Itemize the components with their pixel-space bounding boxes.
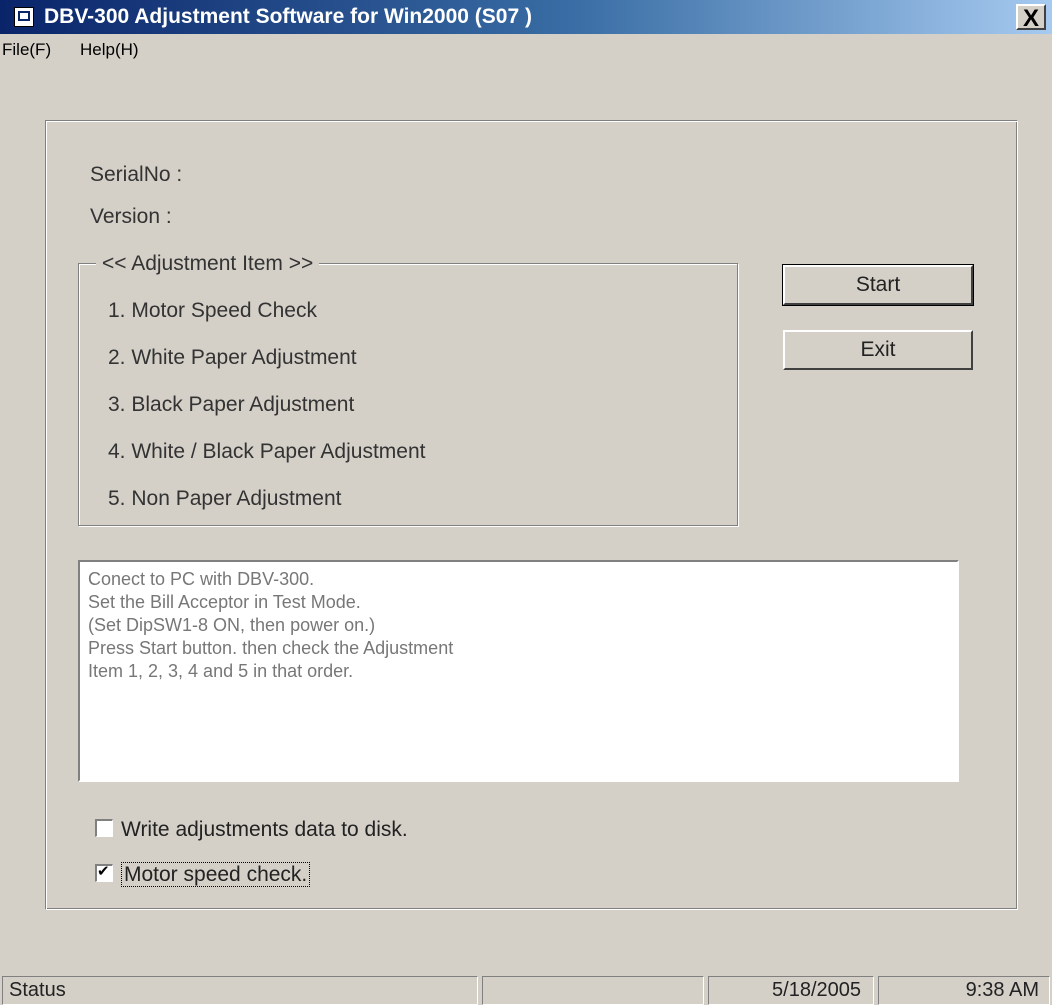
write-data-checkbox[interactable] (95, 819, 113, 837)
instruction-line: Press Start button. then check the Adjus… (88, 638, 454, 658)
instruction-line: Item 1, 2, 3, 4 and 5 in that order. (88, 661, 354, 681)
adjustment-item-non-paper: 5. Non Paper Adjustment (108, 487, 342, 510)
write-data-option[interactable]: Write adjustments data to disk. (95, 818, 408, 842)
status-text: Status (2, 976, 478, 1005)
adjustment-group-legend: << Adjustment Item >> (96, 252, 320, 276)
app-icon[interactable] (14, 7, 34, 27)
version-label: Version : (90, 205, 172, 228)
instruction-textbox[interactable]: Conect to PC with DBV-300. Set the Bill … (78, 560, 959, 782)
status-time: 9:38 AM (878, 976, 1050, 1005)
motor-check-option[interactable]: Motor speed check. (95, 862, 311, 887)
serial-no-label: SerialNo : (90, 163, 183, 186)
adjustment-item-black-paper: 3. Black Paper Adjustment (108, 393, 355, 416)
motor-check-checkbox[interactable] (95, 862, 113, 882)
motor-check-label[interactable]: Motor speed check. (121, 862, 311, 887)
status-date: 5/18/2005 (708, 976, 874, 1005)
start-button[interactable]: Start (782, 264, 974, 306)
instruction-line: Conect to PC with DBV-300. (88, 569, 315, 589)
exit-button[interactable]: Exit (783, 330, 973, 370)
instruction-line: (Set DipSW1-8 ON, then power on.) (88, 615, 376, 635)
menu-bar: File(F) Help(H) (0, 34, 1052, 64)
adjustment-item-white-paper: 2. White Paper Adjustment (108, 346, 357, 369)
close-button[interactable]: X (1016, 4, 1046, 32)
menu-file[interactable]: File(F) (2, 40, 51, 60)
instruction-line: Set the Bill Acceptor in Test Mode. (88, 592, 361, 612)
write-data-label[interactable]: Write adjustments data to disk. (121, 818, 408, 841)
window-title: DBV-300 Adjustment Software for Win2000 … (44, 5, 532, 28)
menu-help[interactable]: Help(H) (80, 40, 139, 60)
status-bar: Status 5/18/2005 9:38 AM (0, 974, 1052, 1005)
adjustment-item-white-black-paper: 4. White / Black Paper Adjustment (108, 440, 426, 463)
adjustment-item-motor-speed: 1. Motor Speed Check (108, 299, 317, 322)
status-empty-pane (482, 976, 704, 1005)
title-bar[interactable]: DBV-300 Adjustment Software for Win2000 … (0, 0, 1052, 34)
